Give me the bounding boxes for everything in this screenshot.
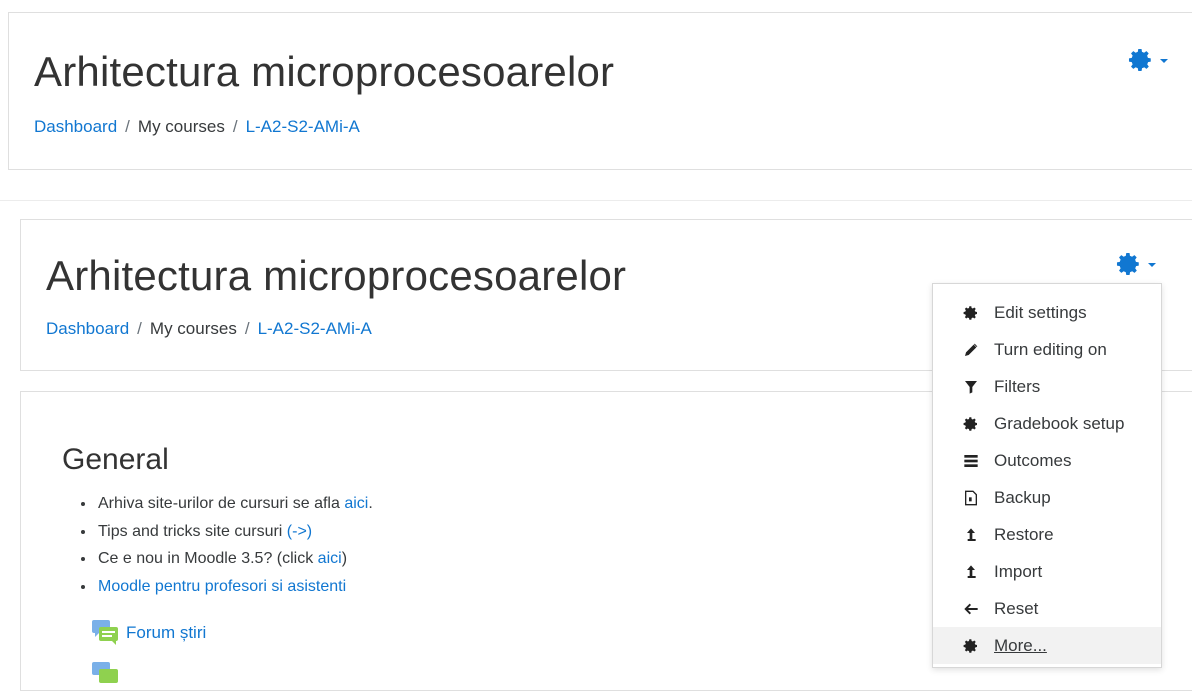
menu-item-label: Import xyxy=(994,561,1043,581)
menu-item-label: Restore xyxy=(994,524,1054,544)
section-summary-list: Arhiva site-urilor de cursuri se afla ai… xyxy=(78,490,373,600)
whats-new-link[interactable]: aici xyxy=(318,550,342,567)
course-title: Arhitectura microprocesoarelor xyxy=(46,252,627,299)
menu-item-outcomes[interactable]: Outcomes xyxy=(933,442,1161,479)
breadcrumb-my-courses: My courses xyxy=(137,117,225,136)
course-admin-menu-toggle[interactable] xyxy=(1128,47,1168,73)
menu-item-turn-editing-on[interactable]: Turn editing on xyxy=(933,331,1161,368)
menu-item-restore[interactable]: Restore xyxy=(933,516,1161,553)
forum-link[interactable]: Forum știri xyxy=(126,623,206,643)
import-arrow-icon xyxy=(963,564,979,580)
menu-item-label: Turn editing on xyxy=(994,339,1107,359)
restore-arrow-icon xyxy=(963,527,979,543)
breadcrumb-separator: / xyxy=(244,319,250,338)
menu-item-edit-settings[interactable]: Edit settings xyxy=(933,294,1161,331)
activity-partial[interactable] xyxy=(90,660,120,690)
menu-item-label: Backup xyxy=(994,487,1051,507)
outcomes-icon xyxy=(963,453,979,469)
breadcrumb: Dashboard / My courses / L-A2-S2-AMi-A xyxy=(46,319,372,339)
breadcrumb-my-courses: My courses xyxy=(149,319,237,338)
divider xyxy=(0,200,1192,201)
chevron-down-icon xyxy=(1148,263,1156,267)
chevron-down-icon xyxy=(1160,59,1168,63)
breadcrumb-course-link[interactable]: L-A2-S2-AMi-A xyxy=(246,117,360,136)
bullet-suffix: ) xyxy=(341,550,348,567)
breadcrumb-separator: / xyxy=(137,319,142,338)
moodle-guide-link[interactable]: Moodle pentru profesori si asistenti xyxy=(98,578,346,595)
gear-icon xyxy=(1116,253,1139,275)
bullet-text: Tips and tricks site cursuri xyxy=(98,522,287,540)
forum-icon xyxy=(92,620,118,645)
menu-item-import[interactable]: Import xyxy=(933,553,1161,590)
list-item: Arhiva site-urilor de cursuri se afla ai… xyxy=(96,490,373,518)
breadcrumb-dashboard-link[interactable]: Dashboard xyxy=(34,117,117,136)
menu-item-more[interactable]: More... xyxy=(933,627,1161,664)
menu-item-reset[interactable]: Reset xyxy=(933,590,1161,627)
gear-icon xyxy=(963,638,979,654)
breadcrumb-separator: / xyxy=(232,117,238,136)
breadcrumb: Dashboard / My courses / L-A2-S2-AMi-A xyxy=(34,117,360,137)
filter-icon xyxy=(963,379,979,395)
menu-item-label: More... xyxy=(994,635,1047,655)
breadcrumb-separator: / xyxy=(125,117,130,136)
bullet-suffix: . xyxy=(368,495,373,512)
menu-item-label: Outcomes xyxy=(994,450,1072,470)
section-title: General xyxy=(62,443,169,476)
pencil-icon xyxy=(963,342,979,358)
menu-item-label: Reset xyxy=(994,598,1039,618)
list-item: Tips and tricks site cursuri (->) xyxy=(96,518,373,546)
activity-forum[interactable]: Forum știri xyxy=(90,618,206,648)
forum-icon xyxy=(92,662,118,683)
tips-link[interactable]: (->) xyxy=(287,523,312,540)
breadcrumb-course-link[interactable]: L-A2-S2-AMi-A xyxy=(258,319,372,338)
menu-item-gradebook-setup[interactable]: Gradebook setup xyxy=(933,405,1161,442)
menu-item-backup[interactable]: Backup xyxy=(933,479,1161,516)
list-item: Ce e nou in Moodle 3.5? (click aici) xyxy=(96,545,373,573)
arrow-left-icon xyxy=(963,601,979,617)
backup-file-icon xyxy=(963,490,979,506)
bullet-text: Arhiva site-urilor de cursuri se afla xyxy=(98,495,345,512)
gear-icon xyxy=(963,305,979,321)
archive-link[interactable]: aici xyxy=(344,495,368,512)
gear-icon xyxy=(963,416,979,432)
menu-item-label: Filters xyxy=(994,376,1041,396)
gear-icon xyxy=(1128,49,1151,71)
course-admin-dropdown: Edit settings Turn editing on Filters Gr… xyxy=(932,283,1162,668)
list-item: Moodle pentru profesori si asistenti xyxy=(96,573,373,601)
menu-item-label: Edit settings xyxy=(994,302,1087,322)
breadcrumb-dashboard-link[interactable]: Dashboard xyxy=(46,319,129,338)
menu-item-filters[interactable]: Filters xyxy=(933,368,1161,405)
page-title: Arhitectura microprocesoarelor xyxy=(34,48,615,95)
menu-item-label: Gradebook setup xyxy=(994,413,1125,433)
course-admin-menu-toggle-open[interactable] xyxy=(1116,251,1156,277)
bullet-text: Ce e nou in Moodle 3.5? (click xyxy=(98,550,318,567)
